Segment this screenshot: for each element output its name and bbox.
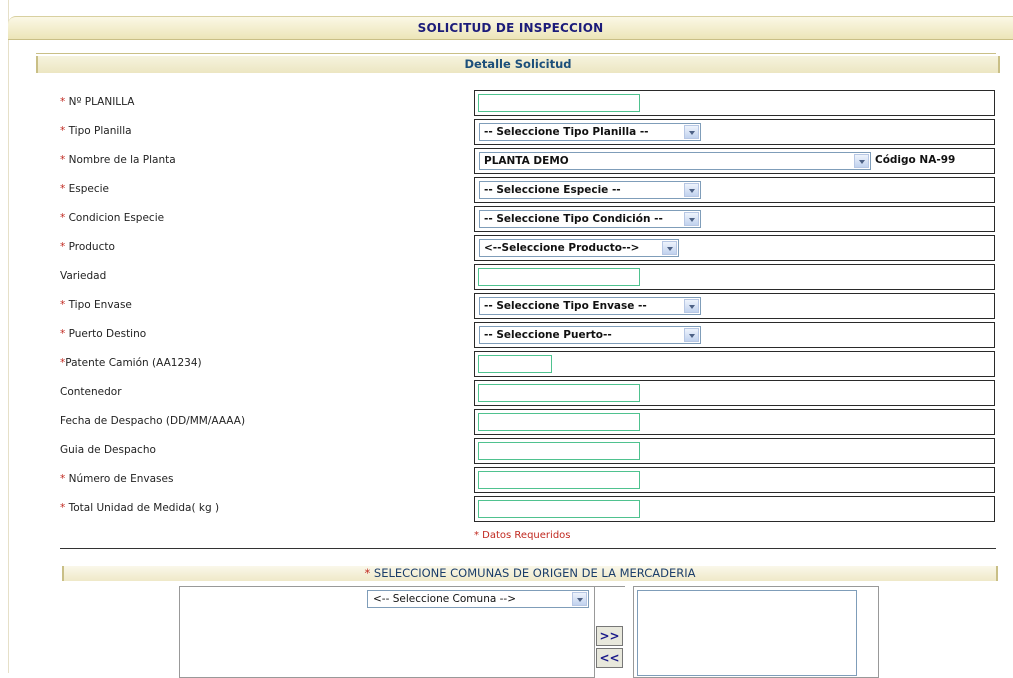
field-label: * Nombre de la Planta: [60, 154, 176, 166]
chevron-down-icon[interactable]: [572, 592, 587, 606]
especie-select[interactable]: -- Seleccione Especie --: [479, 181, 701, 199]
field-label: * Número de Envases: [60, 473, 174, 485]
planta-select[interactable]: PLANTA DEMO: [479, 152, 871, 170]
form-row-nombre-planta: * Nombre de la Planta PLANTA DEMO Código…: [0, 148, 1013, 174]
puerto-select[interactable]: -- Seleccione Puerto--: [479, 326, 701, 344]
field-label: * Especie: [60, 183, 109, 195]
comuna-select[interactable]: <-- Seleccione Comuna -->: [367, 590, 589, 608]
planta-code: Código NA-99: [875, 154, 956, 166]
form-row-fecha-despacho: Fecha de Despacho (DD/MM/AAAA): [0, 409, 1013, 435]
comunas-section-title: * SELECCIONE COMUNAS DE ORIGEN DE LA MER…: [62, 566, 998, 581]
field-label: * Tipo Planilla: [60, 125, 132, 137]
required-note: * Datos Requeridos: [474, 530, 571, 541]
condicion-select[interactable]: -- Seleccione Tipo Condición --: [479, 210, 701, 228]
form-row-numero-envases: * Número de Envases: [0, 467, 1013, 493]
chevron-down-icon[interactable]: [662, 241, 677, 255]
tipo-planilla-select[interactable]: -- Seleccione Tipo Planilla --: [479, 123, 701, 141]
form-row-contenedor: Contenedor: [0, 380, 1013, 406]
form-row-planilla: * Nº PLANILLA: [0, 90, 1013, 116]
form-row-producto: * Producto <--Seleccione Producto-->: [0, 235, 1013, 261]
field-label: Guia de Despacho: [60, 444, 156, 456]
fecha-despacho-input[interactable]: [478, 413, 640, 431]
tipo-envase-select[interactable]: -- Seleccione Tipo Envase --: [479, 297, 701, 315]
field-label: * Puerto Destino: [60, 328, 147, 340]
field-label: * Condicion Especie: [60, 212, 165, 224]
variedad-input[interactable]: [478, 268, 640, 286]
numero-envases-input[interactable]: [478, 471, 640, 489]
chevron-down-icon[interactable]: [684, 125, 699, 139]
field-label: * Total Unidad de Medida( kg ): [60, 502, 220, 514]
form-row-guia-despacho: Guia de Despacho: [0, 438, 1013, 464]
field-label: Contenedor: [60, 386, 122, 398]
field-label: *Patente Camión (AA1234): [60, 357, 202, 369]
chevron-down-icon[interactable]: [854, 154, 869, 168]
chevron-down-icon[interactable]: [684, 299, 699, 313]
form-row-condicion-especie: * Condicion Especie -- Seleccione Tipo C…: [0, 206, 1013, 232]
guia-despacho-input[interactable]: [478, 442, 640, 460]
form-row-variedad: Variedad: [0, 264, 1013, 290]
form-row-especie: * Especie -- Seleccione Especie --: [0, 177, 1013, 203]
add-comuna-button[interactable]: >>: [596, 626, 623, 646]
section-divider: [36, 53, 996, 54]
form-row-total-unidad: * Total Unidad de Medida( kg ): [0, 496, 1013, 522]
field-label: Fecha de Despacho (DD/MM/AAAA): [60, 415, 246, 427]
planilla-input[interactable]: [478, 94, 640, 112]
page-title: SOLICITUD DE INSPECCION: [8, 16, 1013, 40]
form-row-puerto-destino: * Puerto Destino -- Seleccione Puerto--: [0, 322, 1013, 348]
form-row-tipo-envase: * Tipo Envase -- Seleccione Tipo Envase …: [0, 293, 1013, 319]
form-row-tipo-planilla: * Tipo Planilla -- Seleccione Tipo Plani…: [0, 119, 1013, 145]
field-label: * Nº PLANILLA: [60, 96, 135, 108]
selected-comunas-list[interactable]: [637, 590, 857, 676]
remove-comuna-button[interactable]: <<: [596, 648, 623, 668]
patente-input[interactable]: [478, 355, 552, 373]
total-unidad-input[interactable]: [478, 500, 640, 518]
chevron-down-icon[interactable]: [684, 212, 699, 226]
producto-select[interactable]: <--Seleccione Producto-->: [479, 239, 679, 257]
field-label: * Producto: [60, 241, 115, 253]
chevron-down-icon[interactable]: [684, 183, 699, 197]
field-label: Variedad: [60, 270, 107, 282]
section-title: Detalle Solicitud: [36, 56, 1000, 73]
form-row-patente: *Patente Camión (AA1234): [0, 351, 1013, 377]
contenedor-input[interactable]: [478, 384, 640, 402]
field-label: * Tipo Envase: [60, 299, 132, 311]
chevron-down-icon[interactable]: [684, 328, 699, 342]
divider: [60, 548, 996, 549]
